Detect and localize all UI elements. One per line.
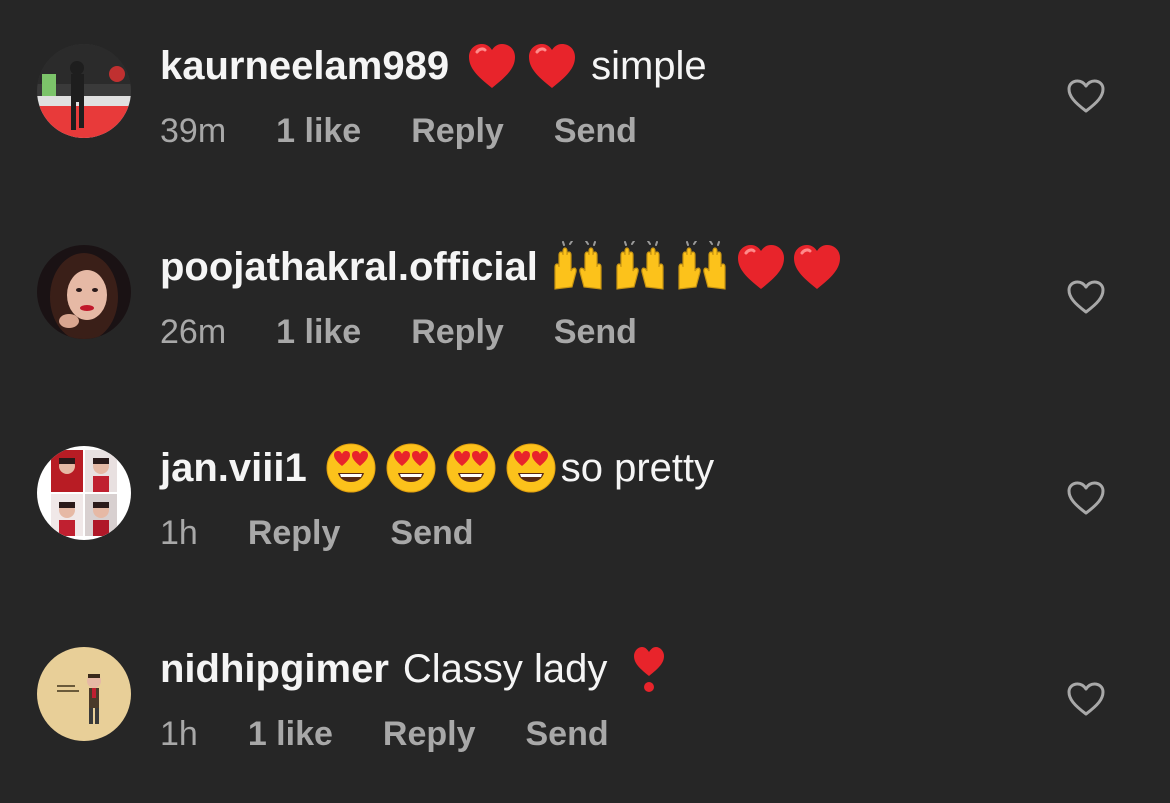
heart-outline-icon[interactable] [1066, 78, 1106, 114]
reply-button[interactable]: Reply [383, 715, 476, 754]
red-heart-icon [469, 44, 516, 88]
comment-item: poojathakral.official 26m 1 like Reply S… [0, 201, 1170, 401]
comment-item: kaurneelam989 simple 39m 1 like Reply Se… [0, 0, 1170, 200]
username[interactable]: nidhipgimer [160, 641, 389, 697]
comment-item: nidhipgimer Classy lady 1h 1 like Reply … [0, 603, 1170, 803]
heart-outline-icon[interactable] [1066, 681, 1106, 717]
send-button[interactable]: Send [390, 514, 473, 553]
send-button[interactable]: Send [554, 112, 637, 151]
comment-meta: 26m 1 like Reply Send [160, 313, 687, 352]
comment-meta: 1h Reply Send [160, 514, 524, 553]
heart-exclamation-icon [634, 647, 665, 692]
send-button[interactable]: Send [526, 715, 609, 754]
send-button[interactable]: Send [554, 313, 637, 352]
username[interactable]: kaurneelam989 [160, 38, 449, 94]
timestamp: 39m [160, 112, 227, 150]
like-count[interactable]: 1 like [248, 715, 333, 754]
red-heart-icon [793, 245, 840, 289]
red-heart-icon [529, 44, 576, 88]
raising-hands-icon [554, 241, 602, 290]
comment-text: simple [591, 44, 707, 88]
like-count[interactable]: 1 like [276, 112, 361, 151]
comment-text: so pretty [560, 446, 715, 490]
like-count[interactable]: 1 like [276, 313, 361, 352]
heart-eyes-icon [446, 443, 496, 493]
emoji-row [467, 42, 577, 90]
comment-meta: 39m 1 like Reply Send [160, 112, 687, 151]
heart-outline-icon[interactable] [1066, 279, 1106, 315]
avatar[interactable] [37, 647, 131, 741]
comment-item: jan.viii1 so pretty 1h Reply Send [0, 402, 1170, 602]
comment-line: nidhipgimer Classy lady [160, 641, 667, 697]
red-heart-icon [737, 245, 784, 289]
timestamp: 26m [160, 313, 227, 351]
heart-outline-icon[interactable] [1066, 480, 1106, 516]
reply-button[interactable]: Reply [411, 112, 504, 151]
raising-hands-icon [678, 241, 726, 290]
heart-eyes-icon [326, 443, 376, 493]
comment-line: kaurneelam989 simple [160, 38, 707, 94]
avatar[interactable] [37, 446, 131, 540]
username[interactable]: poojathakral.official [160, 239, 538, 295]
comment-text: Classy lady [402, 647, 608, 691]
heart-eyes-icon [386, 443, 436, 493]
comment-line: jan.viii1 so pretty [160, 440, 714, 496]
emoji-row [325, 442, 557, 494]
username[interactable]: jan.viii1 [160, 440, 307, 496]
reply-button[interactable]: Reply [248, 514, 341, 553]
reply-button[interactable]: Reply [411, 313, 504, 352]
emoji-row [550, 241, 842, 293]
comment-line: poojathakral.official [160, 239, 856, 295]
comment-meta: 1h 1 like Reply Send [160, 715, 659, 754]
timestamp: 1h [160, 514, 198, 552]
avatar[interactable] [37, 245, 131, 339]
timestamp: 1h [160, 715, 198, 753]
avatar[interactable] [37, 44, 131, 138]
heart-eyes-icon [506, 443, 556, 493]
raising-hands-icon [616, 241, 664, 290]
